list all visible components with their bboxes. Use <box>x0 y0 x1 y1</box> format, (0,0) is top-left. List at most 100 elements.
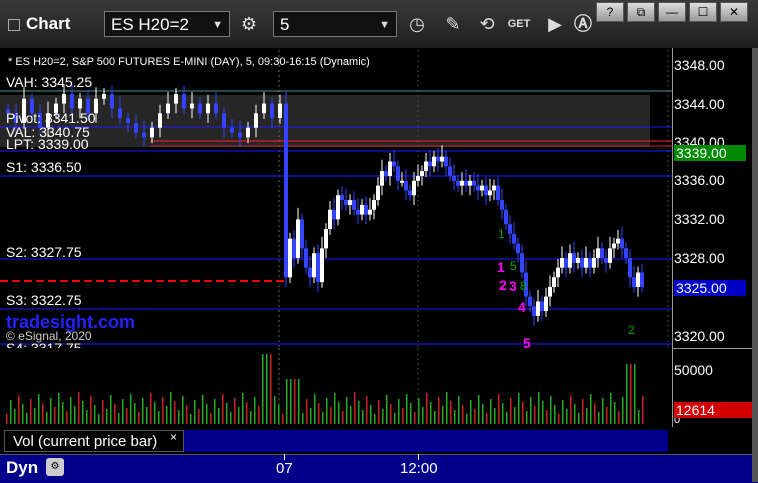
get-icon[interactable]: GET <box>506 11 532 37</box>
volume-bar <box>426 393 428 424</box>
candle-body <box>174 93 178 104</box>
candle-body <box>360 204 364 215</box>
candle-body <box>214 103 218 114</box>
candle-body <box>142 132 146 138</box>
volume-bar <box>630 364 632 424</box>
scrollbar[interactable] <box>752 48 758 482</box>
close-button[interactable]: ✕ <box>720 2 748 22</box>
volume-bar <box>490 399 492 424</box>
candle-body <box>356 209 360 215</box>
candle-body <box>388 161 392 176</box>
volume-bar <box>290 379 292 424</box>
volume-bar <box>154 402 156 424</box>
minimize-button[interactable]: — <box>658 2 686 22</box>
volume-bar <box>90 396 92 424</box>
candle-body <box>328 209 332 230</box>
candle-body <box>372 200 376 210</box>
candle-body <box>608 248 612 263</box>
green-count-label: 5 <box>510 259 517 273</box>
candle-body <box>528 296 532 307</box>
volume-chart[interactable] <box>0 348 672 426</box>
candle-body <box>604 258 608 263</box>
candle-body <box>78 98 82 109</box>
candle-body <box>624 248 628 258</box>
candle-body <box>560 258 564 268</box>
volume-bar <box>430 402 432 424</box>
play-icon[interactable]: ▶ <box>542 11 568 37</box>
restore-link-button[interactable]: ⧉ <box>627 2 655 22</box>
volume-bar <box>138 412 140 424</box>
volume-bar <box>374 414 376 424</box>
volume-bar <box>526 411 528 424</box>
level-label-vah: VAH: 3345.25 <box>6 74 93 90</box>
candle-body <box>364 204 368 215</box>
candle-body <box>596 248 600 258</box>
volume-bar <box>358 401 360 424</box>
volume-bar <box>474 409 476 424</box>
volume-bar <box>570 395 572 424</box>
candle-body <box>448 166 452 176</box>
interval-input[interactable]: 5 ▼ <box>273 11 397 37</box>
volume-bar <box>394 413 396 424</box>
volume-bar <box>494 408 496 424</box>
volume-bar <box>150 393 152 424</box>
volume-bar <box>362 410 364 424</box>
time-axis[interactable] <box>0 454 758 483</box>
dynamic-settings-icon[interactable]: ⚙ <box>46 458 64 476</box>
volume-bar <box>218 408 220 424</box>
maximize-button[interactable]: ☐ <box>689 2 717 22</box>
study-icon[interactable]: ⟲ <box>474 11 500 37</box>
price-axis[interactable] <box>672 48 758 348</box>
candle-body <box>576 258 580 263</box>
chevron-down-icon[interactable]: ▼ <box>212 12 223 38</box>
dynamic-label[interactable]: Dyn <box>6 458 38 478</box>
volume-study-label[interactable]: Vol (current price bar) <box>4 430 184 452</box>
chevron-down-icon[interactable]: ▼ <box>379 12 390 38</box>
candle-body <box>436 156 440 162</box>
candle-body <box>512 233 516 244</box>
price-chart[interactable]: 1 2 3 4 5 1 5 8 2 <box>0 48 672 348</box>
candle-body <box>516 243 520 254</box>
volume-bar <box>582 399 584 424</box>
volume-bar <box>230 412 232 424</box>
volume-bar <box>122 399 124 424</box>
level-label-s2: S2: 3327.75 <box>6 244 82 260</box>
volume-bar <box>282 414 284 424</box>
volume-bar <box>398 399 400 424</box>
candle-body <box>158 113 162 128</box>
volume-bar <box>610 393 612 424</box>
clock-icon[interactable]: ◷ <box>404 11 430 37</box>
volume-bar <box>586 408 588 424</box>
volume-bar <box>98 414 100 424</box>
link-checkbox[interactable] <box>8 18 20 31</box>
lpt-price-badge: 3339.00 <box>674 145 746 161</box>
gear-icon[interactable]: ⚙ <box>236 11 262 37</box>
volume-bar <box>14 409 16 424</box>
volume-bar <box>54 407 56 424</box>
level-label-s1: S1: 3336.50 <box>6 159 82 175</box>
volume-bar <box>70 397 72 424</box>
volume-bar <box>502 403 504 424</box>
symbol-input[interactable]: ES H20=2 ▼ <box>104 11 230 37</box>
volume-bar <box>562 400 564 424</box>
candle-body <box>548 286 552 297</box>
candle-body <box>340 195 344 201</box>
pencil-icon[interactable]: ✎ <box>440 11 466 37</box>
candle-body <box>464 180 468 186</box>
candle-body <box>238 132 242 138</box>
candle-body <box>288 238 292 278</box>
volume-bar <box>42 403 44 424</box>
close-icon[interactable]: × <box>170 430 177 444</box>
help-button[interactable]: ? <box>596 2 624 22</box>
candle-body <box>520 253 524 273</box>
volume-bar <box>450 401 452 424</box>
volume-bar <box>534 406 536 424</box>
candle-body <box>536 301 540 316</box>
candle-body <box>392 161 396 167</box>
candle-body <box>292 238 296 258</box>
volume-bar <box>318 403 320 424</box>
candle-body <box>552 277 556 287</box>
candle-body <box>320 248 324 283</box>
candle-body <box>428 161 432 167</box>
candle-body <box>348 200 352 205</box>
